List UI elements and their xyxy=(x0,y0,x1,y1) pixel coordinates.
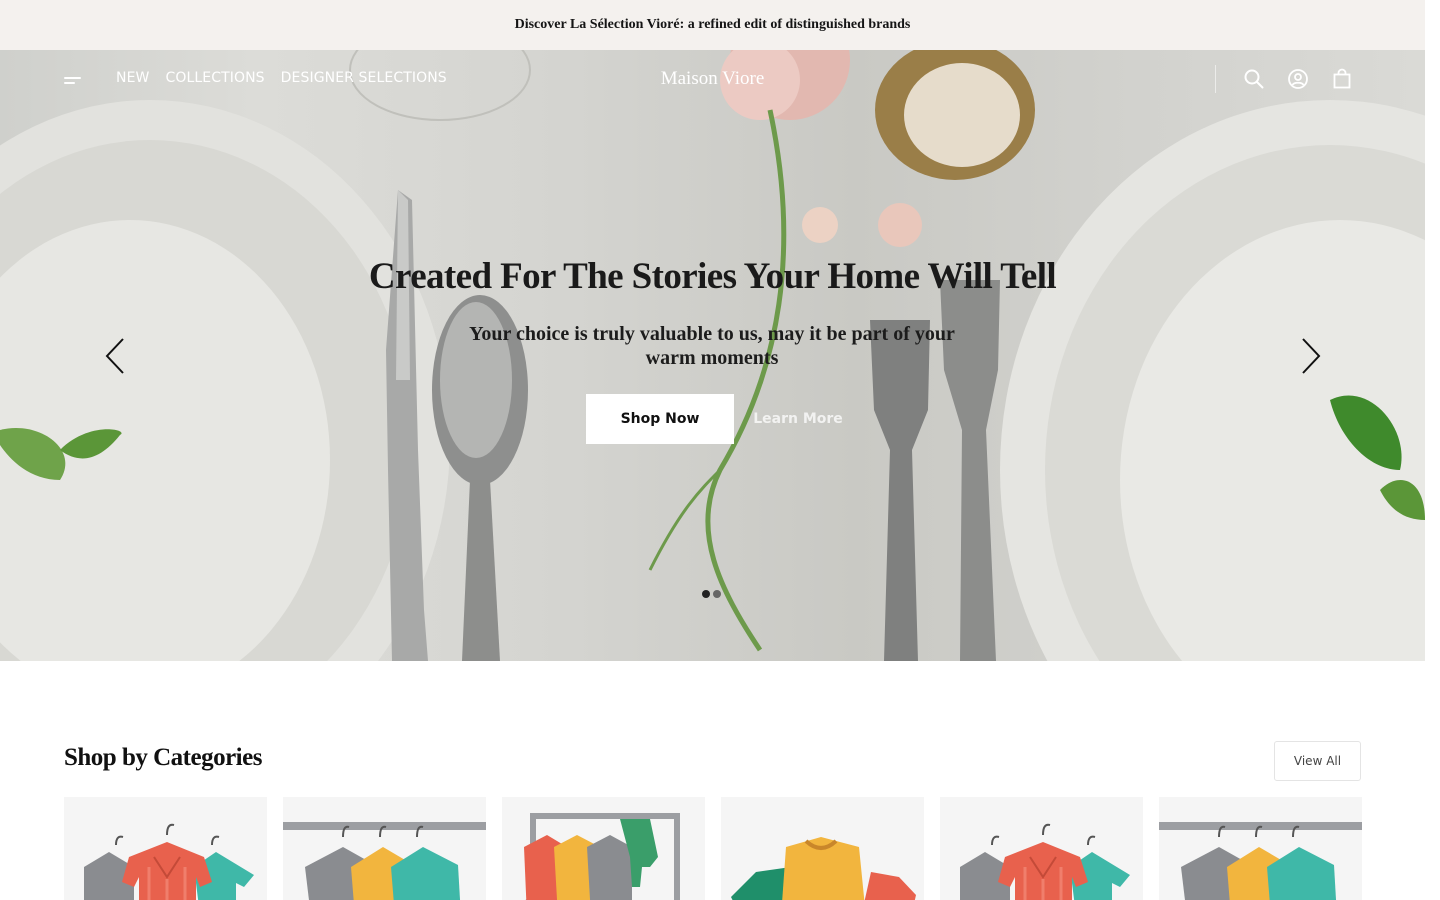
search-icon[interactable] xyxy=(1243,68,1265,90)
slide-dot-2[interactable] xyxy=(713,590,721,598)
next-slide-arrow-icon[interactable] xyxy=(1299,336,1323,376)
announcement-text: Discover La Sélection Vioré: a refined e… xyxy=(514,17,911,32)
category-cards xyxy=(64,797,1362,900)
slider-pagination xyxy=(702,590,721,598)
rack-three-shirts-illustration xyxy=(283,822,486,900)
page-scrollbar[interactable] xyxy=(1425,0,1440,900)
category-card-5[interactable] xyxy=(940,797,1143,900)
brand-logo[interactable]: Maison Viore xyxy=(0,68,1425,90)
category-card-3[interactable] xyxy=(502,797,705,900)
hero-title: Created For The Stories Your Home Will T… xyxy=(368,256,1057,297)
shirts-hangers-illustration xyxy=(84,823,254,900)
slide-dot-1[interactable] xyxy=(702,590,710,598)
shirts-hangers-illustration xyxy=(960,823,1130,900)
bag-icon[interactable] xyxy=(1331,68,1353,90)
categories-heading: Shop by Categories xyxy=(64,744,262,771)
category-card-6[interactable] xyxy=(1159,797,1362,900)
category-card-2[interactable] xyxy=(283,797,486,900)
category-card-4[interactable] xyxy=(721,797,924,900)
hero-subtitle: Your choice is truly valuable to us, may… xyxy=(469,323,955,369)
category-card-1[interactable] xyxy=(64,797,267,900)
hero-banner: NEW COLLECTIONS DESIGNER SELECTIONS Mais… xyxy=(0,50,1425,661)
learn-more-button[interactable]: Learn More xyxy=(748,394,848,444)
rack-three-shirts-illustration xyxy=(1159,822,1362,900)
previous-slide-arrow-icon[interactable] xyxy=(103,336,127,376)
account-icon[interactable] xyxy=(1287,68,1309,90)
main-navigation: NEW COLLECTIONS DESIGNER SELECTIONS Mais… xyxy=(0,50,1425,110)
shop-now-button[interactable]: Shop Now xyxy=(586,394,734,444)
view-all-button[interactable]: View All xyxy=(1274,741,1361,781)
clothes-rack-scarf-illustration xyxy=(524,813,680,900)
announcement-bar: Discover La Sélection Vioré: a refined e… xyxy=(0,0,1425,50)
folded-tees-illustration xyxy=(731,837,916,900)
nav-divider xyxy=(1215,65,1216,93)
